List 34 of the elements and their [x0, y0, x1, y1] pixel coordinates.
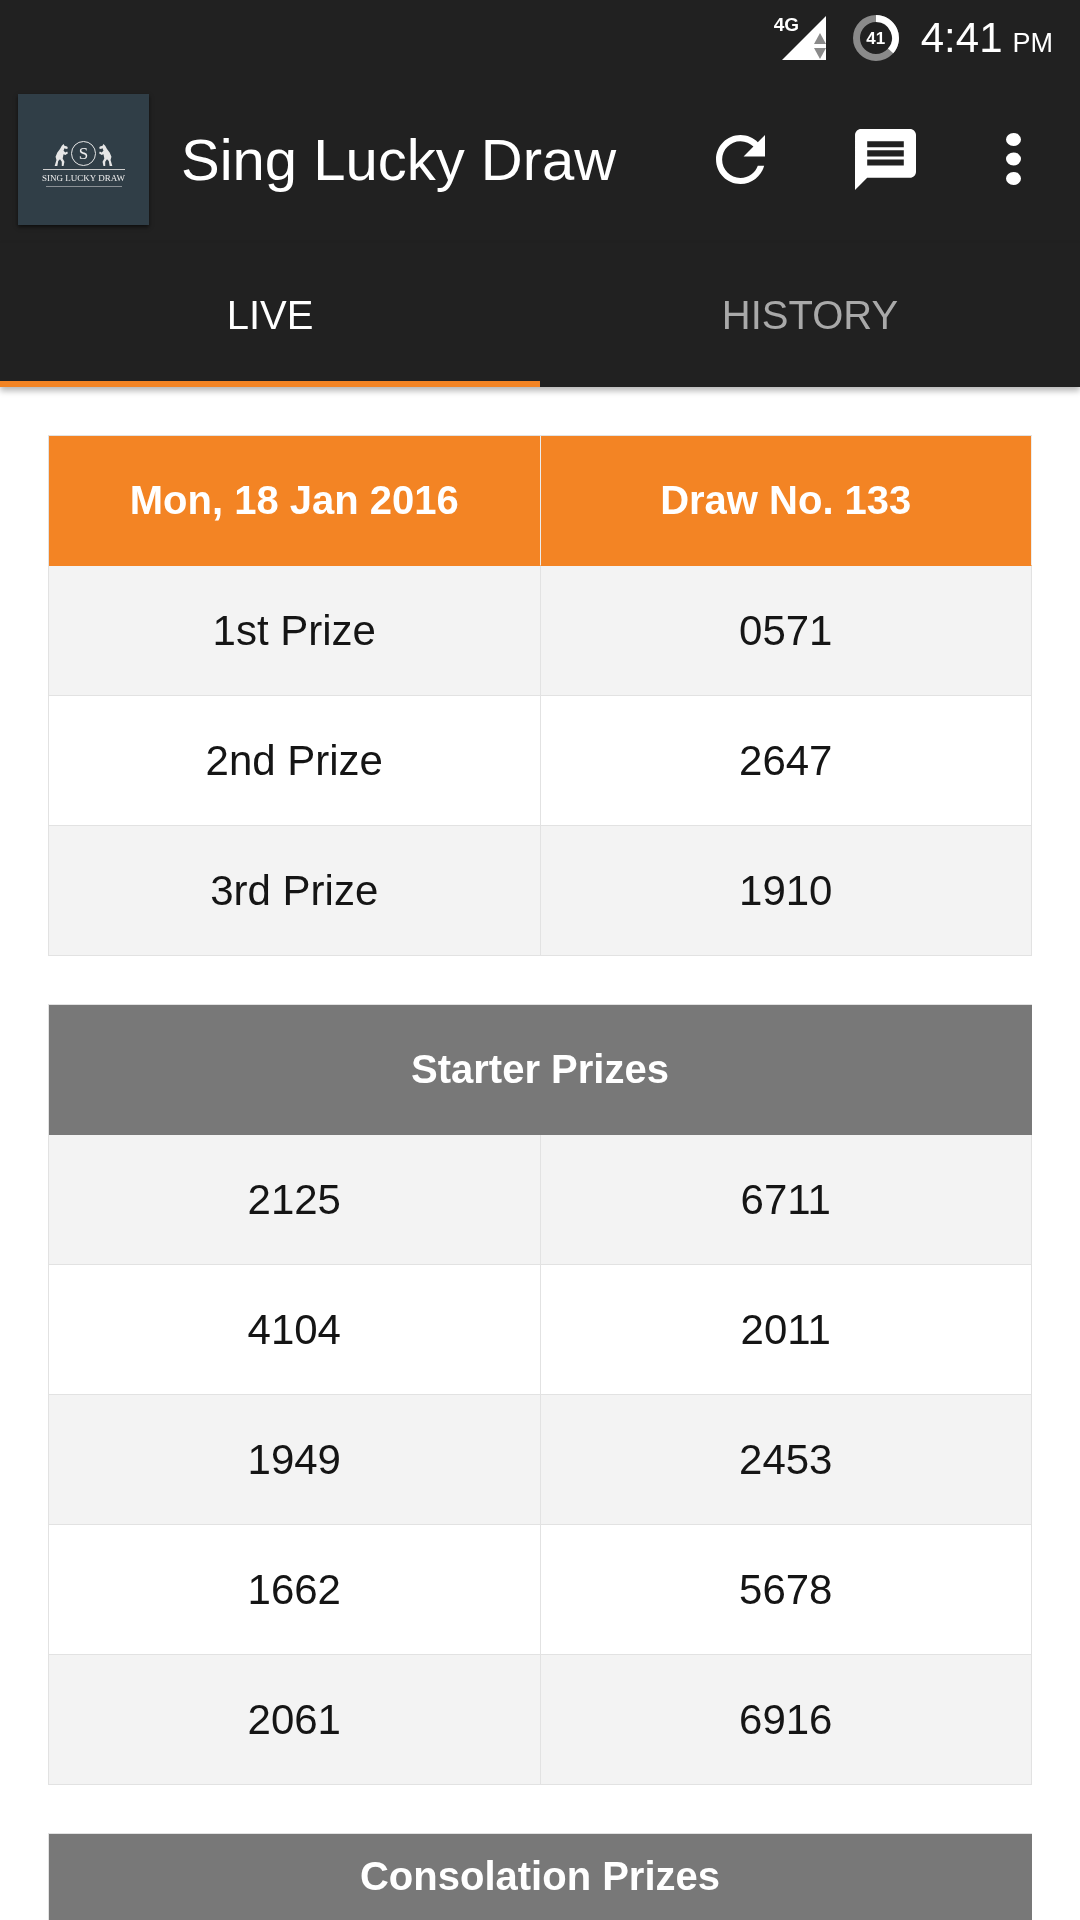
clock-period: PM [1012, 29, 1053, 57]
section-heading: Starter Prizes [49, 1005, 1032, 1135]
table-cell: 2125 [49, 1135, 541, 1265]
table-cell: 2011 [540, 1265, 1032, 1395]
battery-percent-text: 41 [866, 29, 886, 46]
table-cell: 2061 [49, 1655, 541, 1785]
battery-icon [852, 14, 899, 61]
section-heading: Consolation Prizes [49, 1834, 1032, 1920]
table-cell: 5678 [540, 1525, 1032, 1655]
table-cell: 4104 [49, 1265, 541, 1395]
table-cell: 1662 [49, 1525, 541, 1655]
table-cell: 3rd Prize [49, 826, 541, 956]
logo-wordmark: SING LUCKY DRAW [42, 173, 125, 183]
horse-icon [99, 144, 115, 166]
table-cell: 1949 [49, 1395, 541, 1525]
table-cell: 2453 [540, 1395, 1032, 1525]
message-icon[interactable] [855, 128, 916, 190]
table-cell: 2nd Prize [49, 696, 541, 826]
table-header-cell: Draw No. 133 [540, 436, 1032, 566]
table-cell: 2647 [540, 696, 1032, 826]
table-header-cell: Mon, 18 Jan 2016 [49, 436, 541, 566]
tab[interactable]: HISTORY [540, 243, 1080, 387]
table-cell: 1910 [540, 826, 1032, 956]
horse-icon [52, 144, 68, 166]
network-type-label: 4G [773, 15, 800, 33]
app-title: Sing Lucky Draw [181, 125, 618, 193]
clock-time: 4:41 [920, 16, 1003, 59]
table-cell: 1st Prize [49, 566, 541, 696]
table-cell: 6711 [540, 1135, 1032, 1265]
table-cell: 0571 [540, 566, 1032, 696]
refresh-icon[interactable] [716, 134, 765, 184]
tab[interactable]: LIVE [0, 243, 540, 387]
table-cell: 6916 [540, 1655, 1032, 1785]
more-options-icon[interactable] [1006, 133, 1021, 185]
